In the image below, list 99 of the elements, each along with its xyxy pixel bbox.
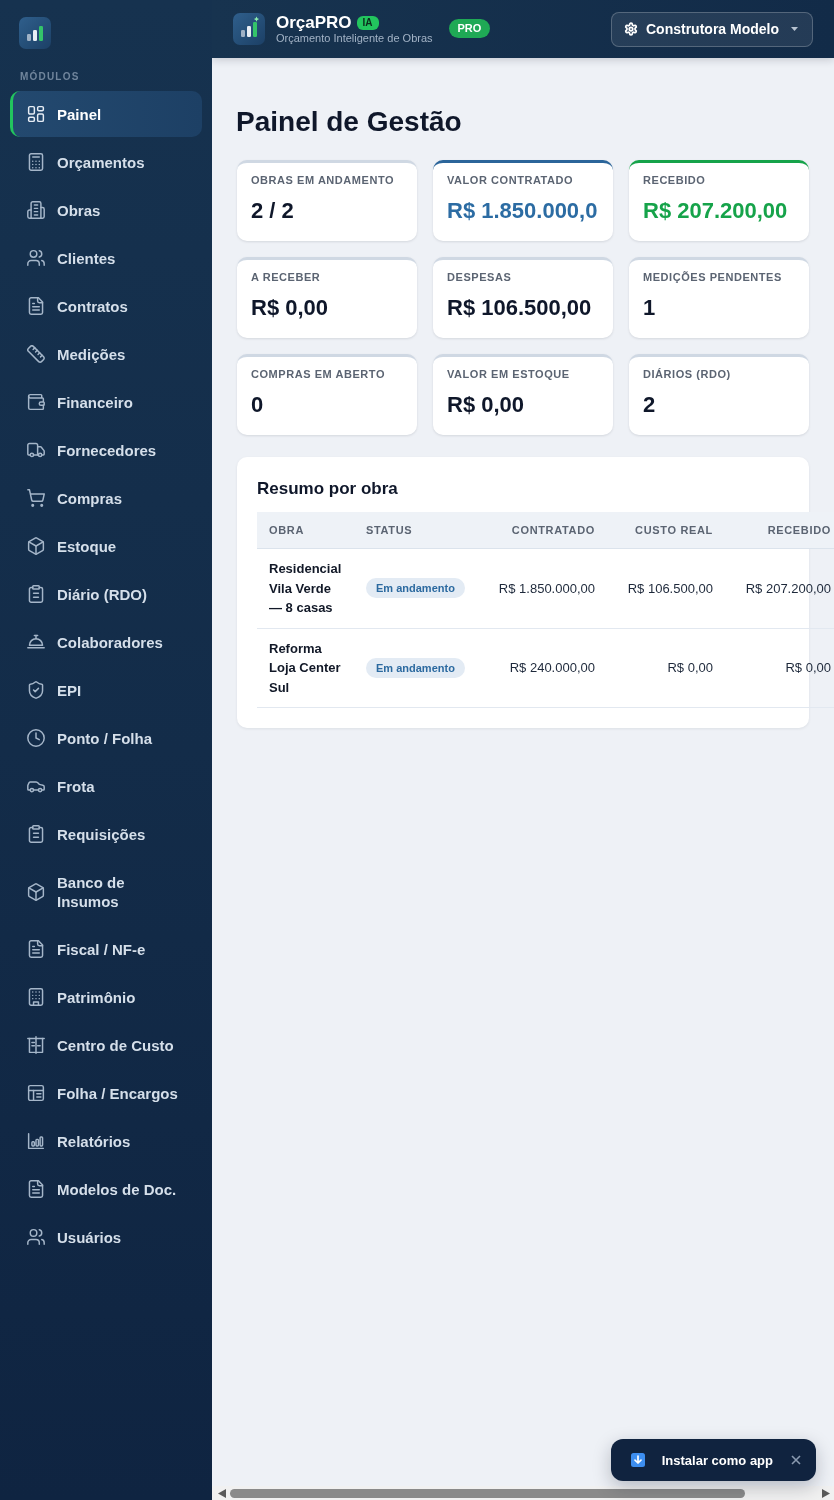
sidebar-item[interactable]: Frota bbox=[10, 763, 202, 809]
stat-value: R$ 1.850.000,0 bbox=[447, 198, 598, 224]
sidebar-item[interactable]: Banco de Insumos bbox=[10, 859, 202, 924]
column-header: CONTRATADO bbox=[470, 512, 607, 549]
stat-label: VALOR CONTRATADO bbox=[447, 174, 574, 187]
building-icon bbox=[27, 201, 45, 219]
left-triangle-icon[interactable] bbox=[218, 1488, 226, 1498]
page-title: Painel de Gestão bbox=[236, 105, 462, 139]
sidebar-item[interactable]: Contratos bbox=[10, 283, 202, 329]
section-title: Resumo por obra bbox=[257, 479, 398, 499]
ai-badge: IA bbox=[356, 15, 379, 30]
table-cell: R$ 0,00 bbox=[607, 628, 725, 708]
sidebar-item[interactable]: Usuários bbox=[10, 1214, 202, 1260]
stat-value: R$ 0,00 bbox=[251, 295, 329, 321]
sidebar-item[interactable]: EPI bbox=[10, 667, 202, 713]
sidebar-item[interactable]: Centro de Custo bbox=[10, 1022, 202, 1068]
sidebar-item[interactable]: Clientes bbox=[10, 235, 202, 281]
plan-badge: PRO bbox=[448, 18, 491, 38]
install-button[interactable]: Instalar como app bbox=[630, 1452, 773, 1468]
scrollbar-thumb[interactable] bbox=[230, 1488, 745, 1498]
status-badge: Em andamento bbox=[366, 578, 465, 599]
users-icon bbox=[27, 249, 45, 267]
stat-value: R$ 207.200,00 bbox=[643, 198, 788, 224]
sidebar-item[interactable]: Painel bbox=[10, 91, 202, 137]
caret-icon bbox=[791, 27, 798, 31]
sidebar-item[interactable]: Financeiro bbox=[10, 379, 202, 425]
stat-value: 2 / 2 bbox=[251, 198, 294, 224]
clock-icon bbox=[27, 729, 45, 747]
spreadsheet-icon bbox=[27, 1084, 45, 1102]
table-cell: R$ 207.200,00 bbox=[725, 548, 834, 628]
stat-value: R$ 106.500,00 bbox=[447, 295, 592, 321]
section-title: MÓDULOS bbox=[20, 71, 80, 83]
column-header: STATUS bbox=[354, 512, 470, 549]
stat-label: DIÁRIOS (RDO) bbox=[643, 368, 731, 381]
column-header: OBRA bbox=[257, 512, 354, 549]
sidebar-item[interactable]: Modelos de Doc. bbox=[10, 1166, 202, 1212]
sidebar-item[interactable]: Medições bbox=[10, 331, 202, 377]
download-icon bbox=[630, 1453, 645, 1467]
stat-label: VALOR EM ESTOQUE bbox=[447, 368, 570, 381]
stat-label: RECEBIDO bbox=[643, 174, 706, 187]
dashboard-icon bbox=[27, 105, 45, 123]
bar-chart-logo-icon bbox=[19, 17, 51, 49]
gear-icon bbox=[624, 22, 638, 36]
users-icon bbox=[27, 1228, 45, 1246]
column-header: CUSTO REAL bbox=[607, 512, 725, 549]
stat-value: R$ 0,00 bbox=[447, 392, 525, 418]
close-button[interactable] bbox=[791, 1455, 801, 1465]
calculator-icon bbox=[27, 153, 45, 171]
column-header: RECEBIDO bbox=[725, 512, 834, 549]
table-cell: R$ 0,00 bbox=[725, 628, 834, 708]
stat-label: MEDIÇÕES PENDENTES bbox=[643, 271, 782, 284]
table-cell: R$ 240.000,00 bbox=[470, 628, 607, 708]
table-cell: R$ 1.850.000,00 bbox=[470, 548, 607, 628]
sidebar-item[interactable]: Fiscal / NF-e bbox=[10, 926, 202, 972]
sidebar-item[interactable]: Folha / Encargos bbox=[10, 1070, 202, 1116]
service-bell-icon bbox=[27, 633, 45, 651]
sidebar-item[interactable]: Diário (RDO) bbox=[10, 571, 202, 617]
horizontal-scrollbar[interactable] bbox=[212, 1486, 834, 1500]
close-icon bbox=[791, 1455, 801, 1465]
table-cell: Residencial Vila Verde — 8 casas bbox=[257, 548, 354, 628]
sidebar-item[interactable]: Estoque bbox=[10, 523, 202, 569]
table-cell: Reforma Loja Center Sul bbox=[257, 628, 354, 708]
stat-value: 2 bbox=[643, 392, 656, 418]
ruler-icon bbox=[27, 345, 45, 363]
shield-check-icon bbox=[27, 681, 45, 699]
cart-icon bbox=[27, 489, 45, 507]
brand-tagline: Orçamento Inteligente de Obras bbox=[276, 31, 433, 45]
wallet-icon bbox=[27, 393, 45, 411]
box-icon bbox=[27, 882, 45, 901]
stat-label: OBRAS EM ANDAMENTO bbox=[251, 174, 395, 187]
sidebar-item[interactable]: Ponto / Folha bbox=[10, 715, 202, 761]
sidebar-item[interactable]: Obras bbox=[10, 187, 202, 233]
document-icon bbox=[27, 940, 45, 958]
sidebar-item[interactable]: Orçamentos bbox=[10, 139, 202, 185]
company-selector[interactable]: Construtora Modelo bbox=[611, 11, 813, 47]
brand-name: OrçaPRO bbox=[276, 13, 352, 32]
right-triangle-icon[interactable] bbox=[822, 1488, 830, 1498]
sidebar-item[interactable]: Compras bbox=[10, 475, 202, 521]
document-icon bbox=[27, 1180, 45, 1198]
stat-label: COMPRAS EM ABERTO bbox=[251, 368, 386, 381]
clipboard-icon bbox=[27, 825, 45, 843]
sidebar-item[interactable]: Fornecedores bbox=[10, 427, 202, 473]
stat-value: 1 bbox=[643, 295, 656, 321]
stat-value: 0 bbox=[251, 392, 264, 418]
bar-chart-icon bbox=[27, 1132, 45, 1150]
table-cell: R$ 106.500,00 bbox=[607, 548, 725, 628]
document-icon bbox=[27, 297, 45, 315]
bar-chart-logo-icon bbox=[233, 13, 265, 45]
ledger-icon bbox=[27, 1036, 45, 1054]
truck-icon bbox=[27, 441, 45, 459]
sidebar-item[interactable]: Colaboradores bbox=[10, 619, 202, 665]
stat-label: DESPESAS bbox=[447, 271, 512, 284]
sidebar-item[interactable]: Patrimônio bbox=[10, 974, 202, 1020]
box-icon bbox=[27, 537, 45, 555]
sidebar-item[interactable]: Requisições bbox=[10, 811, 202, 857]
clipboard-icon bbox=[27, 585, 45, 603]
building-icon bbox=[27, 988, 45, 1006]
sidebar-item[interactable]: Relatórios bbox=[10, 1118, 202, 1164]
stat-label: A RECEBER bbox=[251, 271, 321, 284]
